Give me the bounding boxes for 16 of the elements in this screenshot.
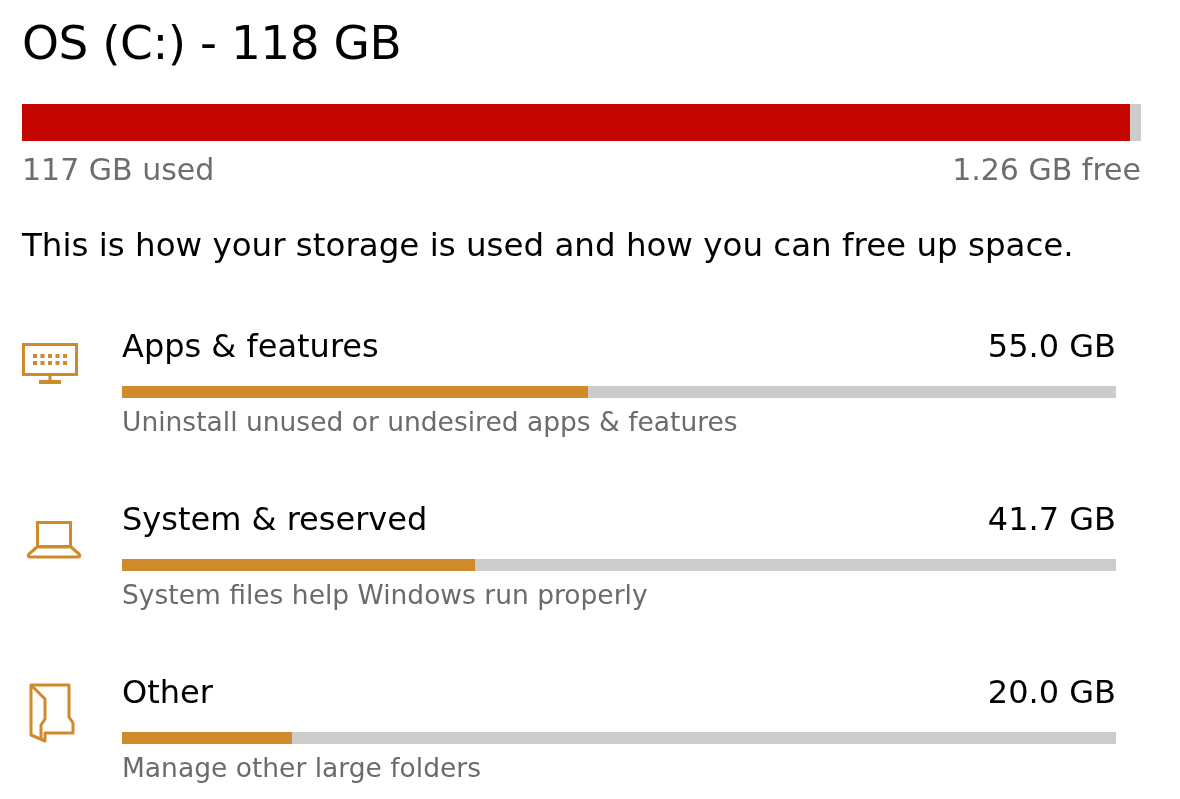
category-hint: System files help Windows run properly — [122, 578, 649, 612]
drive-title: OS (C:) - 118 GB — [22, 14, 403, 72]
monitor-keyboard-icon — [22, 343, 78, 385]
category-size: 20.0 GB — [987, 672, 1116, 713]
category-hint: Uninstall unused or undesired apps & features — [122, 405, 739, 439]
category-size: 55.0 GB — [987, 326, 1116, 367]
free-space-label: 1.26 GB free — [952, 151, 1141, 189]
storage-description: This is how your storage is used and how you can free up space. — [22, 225, 1075, 265]
category-name[interactable]: Other — [122, 670, 213, 714]
category-hint: Manage other large folders — [122, 751, 483, 785]
laptop-icon — [26, 521, 82, 559]
used-space-label: 117 GB used — [22, 151, 215, 189]
category-name[interactable]: Apps & features — [122, 324, 379, 368]
folder-icon — [29, 683, 75, 743]
category-name[interactable]: System & reserved — [122, 497, 428, 541]
category-size: 41.7 GB — [987, 499, 1116, 540]
